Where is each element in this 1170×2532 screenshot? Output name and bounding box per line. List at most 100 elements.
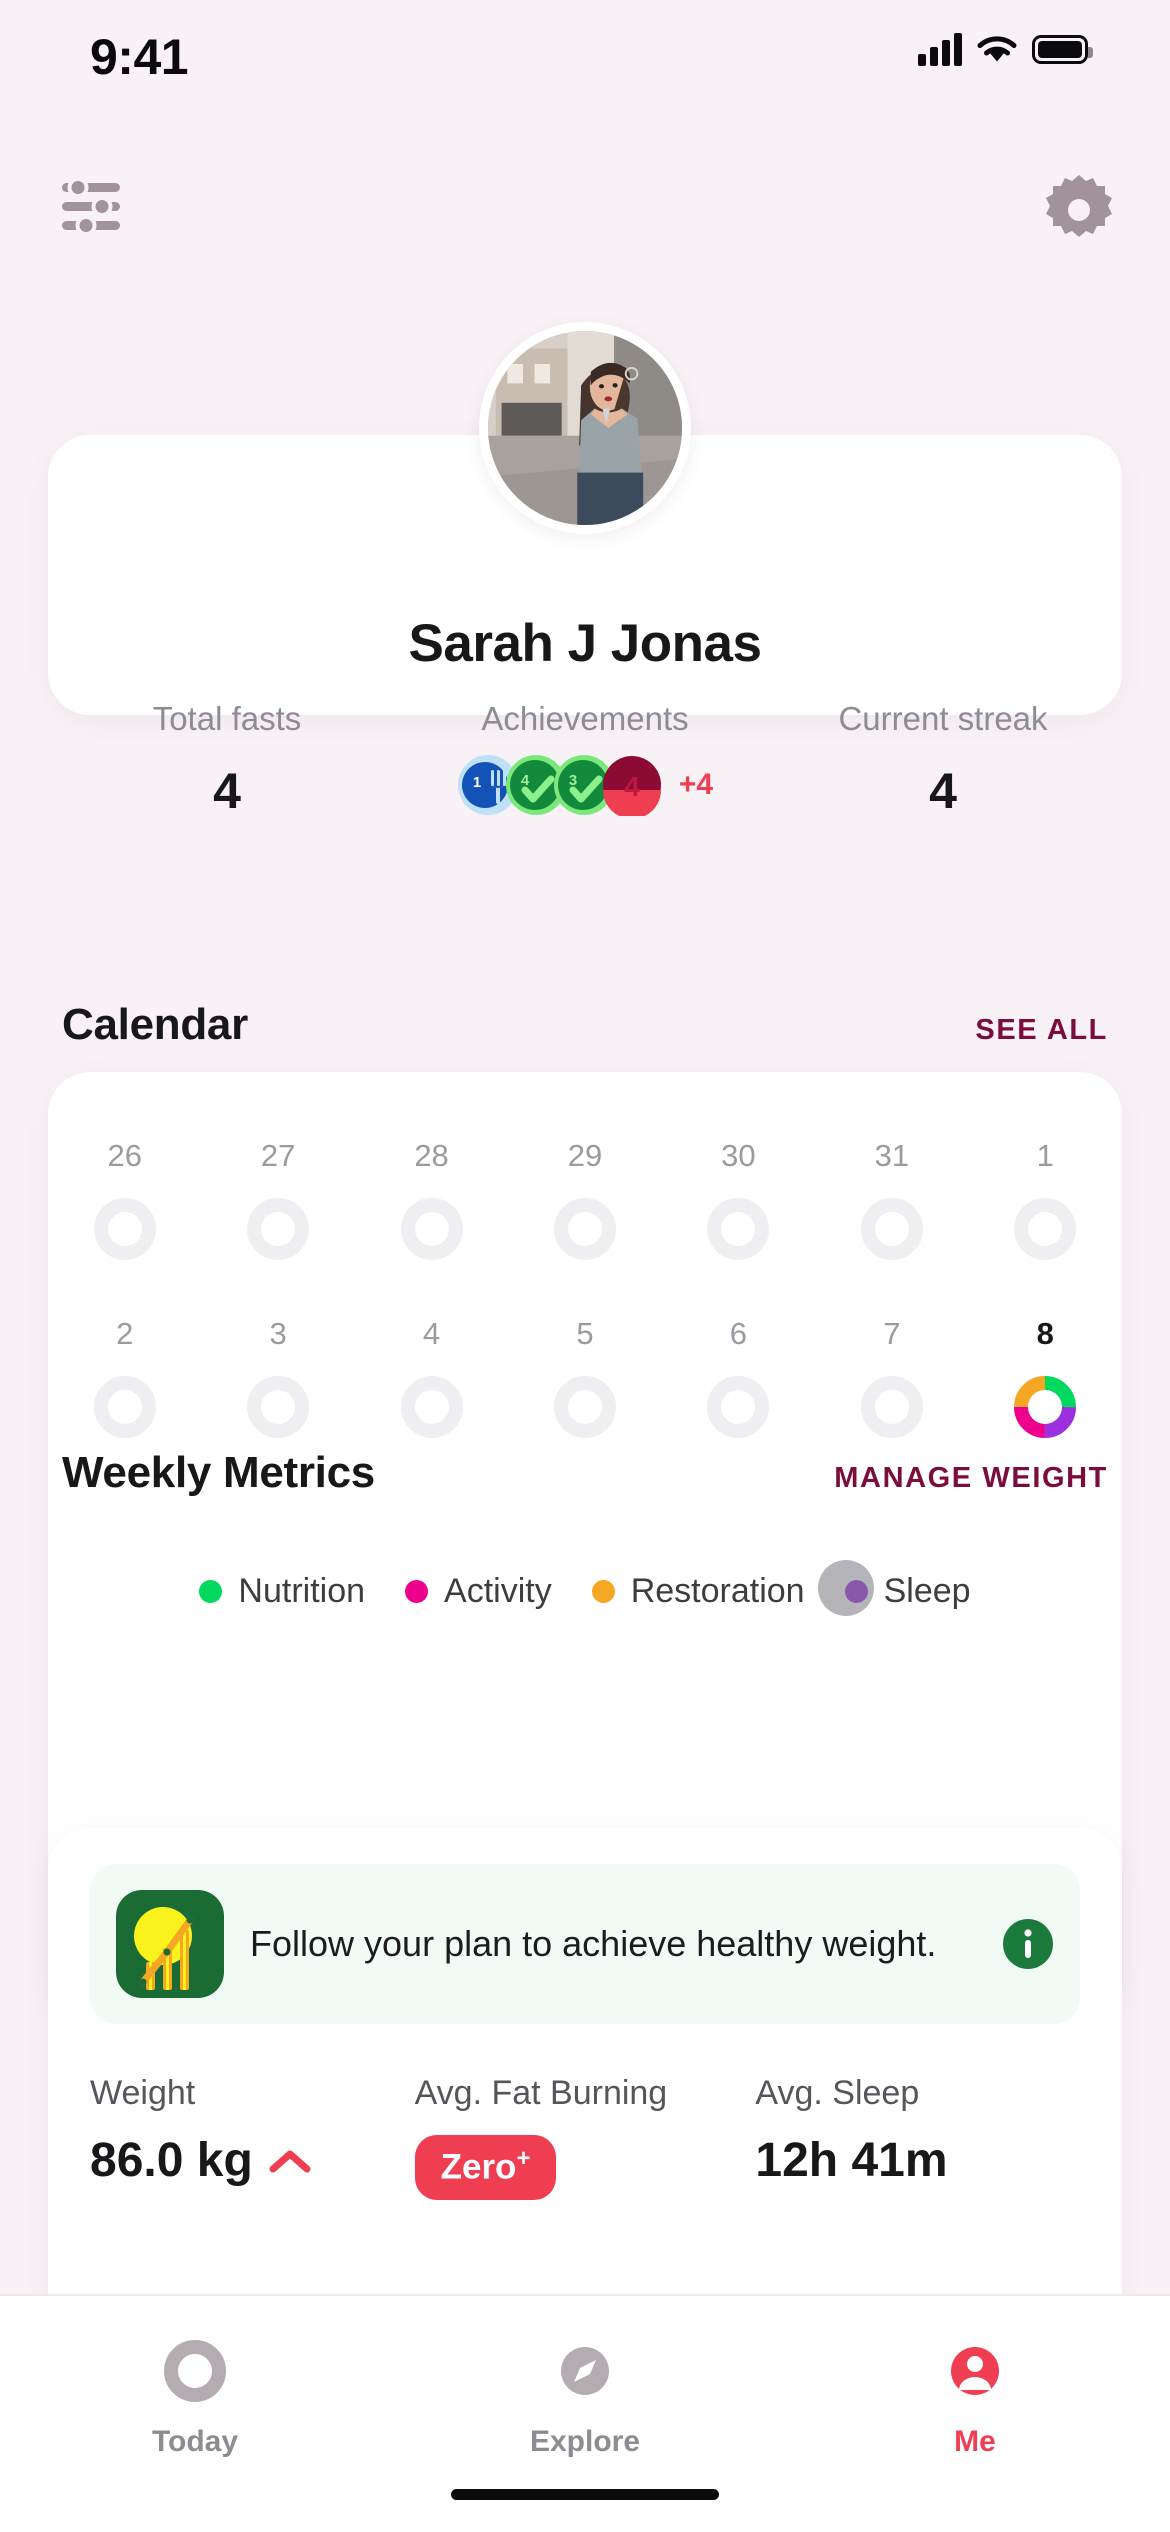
metric-value: 86.0 kg <box>90 2134 253 2187</box>
user-avatar-photo <box>488 331 682 525</box>
stat-value: 4 <box>213 763 241 819</box>
calendar-day[interactable]: 7 <box>815 1316 968 1438</box>
calendar-day-number: 28 <box>414 1138 449 1173</box>
day-progress-ring <box>707 1376 770 1438</box>
growth-chart-sun-glyph <box>116 1890 224 1998</box>
tab-bar: Today Explore Me <box>0 2294 1170 2532</box>
metric-avg-sleep: Avg. Sleep 12h 41m <box>755 2074 1080 2200</box>
manage-weight-link[interactable]: MANAGE WEIGHT <box>834 1462 1108 1495</box>
day-progress-ring <box>247 1198 310 1260</box>
day-progress-ring <box>400 1376 463 1438</box>
achievements-more-count[interactable]: +4 <box>679 768 713 802</box>
sliders-filter-icon[interactable] <box>56 175 126 239</box>
avatar[interactable] <box>479 322 691 534</box>
calendar-day[interactable]: 27 <box>201 1138 354 1260</box>
plan-banner[interactable]: Follow your plan to achieve healthy weig… <box>90 1864 1080 2024</box>
day-progress-ring <box>93 1198 156 1260</box>
calendar-day-number: 3 <box>269 1316 287 1351</box>
calendar-day-number: 26 <box>107 1138 142 1173</box>
weekly-metrics-section-header: Weekly Metrics MANAGE WEIGHT <box>62 1448 1108 1498</box>
calendar-day-number: 30 <box>721 1138 756 1173</box>
weekly-metrics-row: Weight 86.0 kg Avg. Fat Burning Zero+ Av… <box>90 2074 1080 2200</box>
battery-full-icon <box>1032 34 1093 64</box>
tab-today[interactable]: Today <box>0 2340 390 2459</box>
section-title: Weekly Metrics <box>62 1448 375 1497</box>
calendar-day[interactable]: 1 <box>969 1138 1122 1260</box>
section-title: Calendar <box>62 1000 248 1049</box>
calendar-day[interactable]: 26 <box>48 1138 201 1260</box>
app-screen: 9:41 Sarah J Jonas Total fasts 4 Achieve… <box>0 0 1170 2532</box>
calendar-day-today[interactable]: 8 <box>969 1316 1122 1438</box>
day-progress-ring <box>707 1198 770 1260</box>
tab-me[interactable]: Me <box>780 2340 1170 2459</box>
metric-label: Weight <box>90 2074 196 2112</box>
calendar-day[interactable]: 30 <box>662 1138 815 1260</box>
calendar-day[interactable]: 31 <box>815 1138 968 1260</box>
achievement-badge-streak-4[interactable]: 4 <box>601 754 663 816</box>
metric-fat-burning: Avg. Fat Burning Zero+ <box>414 2074 756 2200</box>
legend-label: Restoration <box>630 1572 805 1610</box>
legend-dot-icon <box>591 1580 615 1603</box>
svg-text:4: 4 <box>624 771 640 802</box>
calendar-day-number: 31 <box>874 1138 910 1173</box>
calendar-day-number: 7 <box>883 1316 901 1351</box>
calendar-week-row: 2 3 4 5 6 7 8 <box>48 1316 1122 1438</box>
status-badge: Zero+ <box>414 2135 557 2200</box>
calendar-legend: Nutrition Activity Restoration Sleep <box>48 1572 1122 1611</box>
up-chevron-icon <box>269 2150 311 2172</box>
legend-item-activity: Activity <box>405 1572 552 1611</box>
calendar-day[interactable]: 4 <box>355 1316 508 1438</box>
stat-label: Achievements <box>481 700 689 737</box>
touch-cursor-indicator <box>818 1560 874 1616</box>
metric-weight: Weight 86.0 kg <box>90 2074 415 2200</box>
status-bar: 9:41 <box>0 0 1170 120</box>
metric-value: 12h 41m <box>755 2134 948 2187</box>
calendar-day-number: 1 <box>1036 1138 1054 1173</box>
status-bar-indicators <box>918 32 1093 66</box>
legend-item-restoration: Restoration <box>591 1572 805 1611</box>
day-progress-ring <box>93 1376 156 1438</box>
calendar-day[interactable]: 28 <box>355 1138 508 1260</box>
metric-label: Avg. Sleep <box>755 2074 920 2112</box>
calendar-day[interactable]: 3 <box>201 1316 354 1438</box>
day-progress-ring <box>553 1198 616 1260</box>
day-progress-ring <box>1014 1198 1077 1260</box>
calendar-day-number: 5 <box>576 1316 594 1351</box>
see-all-link[interactable]: SEE ALL <box>975 1014 1108 1047</box>
legend-dot-icon <box>199 1580 223 1603</box>
achievement-badges[interactable]: 1 4 3 4 +4 <box>406 754 764 816</box>
person-circle-icon <box>951 2347 999 2395</box>
plan-banner-text: Follow your plan to achieve healthy weig… <box>250 1922 937 1964</box>
page-title: Sarah J Jonas <box>408 614 762 673</box>
info-circle-icon[interactable] <box>1002 1918 1054 1970</box>
calendar-day-number: 29 <box>567 1138 603 1173</box>
calendar-day[interactable]: 6 <box>662 1316 815 1438</box>
metric-value-wrap: 12h 41m <box>755 2133 1080 2188</box>
streak-badge-icon: 4 <box>602 756 661 816</box>
tab-label: Today <box>151 2425 239 2458</box>
day-progress-ring <box>860 1376 923 1438</box>
wifi-icon <box>977 36 1017 62</box>
calendar-day[interactable]: 5 <box>508 1316 661 1438</box>
stat-achievements[interactable]: Achievements 1 4 3 4 +4 <box>406 700 764 820</box>
legend-label: Nutrition <box>238 1572 366 1610</box>
status-badge-sup: + <box>516 2145 531 2172</box>
ring-today-icon <box>164 2340 226 2402</box>
calendar-day[interactable]: 2 <box>48 1316 201 1438</box>
calendar-day[interactable]: 29 <box>508 1138 661 1260</box>
calendar-day-number: 8 <box>1036 1316 1054 1351</box>
profile-stats: Total fasts 4 Achievements 1 4 3 4 +4 Cu… <box>48 700 1122 820</box>
status-bar-time: 9:41 <box>90 29 189 85</box>
stat-total-fasts: Total fasts 4 <box>48 700 406 820</box>
svg-text:3: 3 <box>569 772 577 789</box>
tab-explore[interactable]: Explore <box>390 2340 780 2459</box>
calendar-day-number: 27 <box>260 1138 296 1173</box>
top-bar <box>0 175 1170 275</box>
stat-label: Current streak <box>838 700 1048 737</box>
today-progress-ring <box>1014 1376 1077 1438</box>
legend-label: Activity <box>444 1572 552 1610</box>
day-progress-ring <box>553 1376 616 1438</box>
gear-icon[interactable] <box>1044 175 1114 245</box>
stat-value: 4 <box>929 763 957 819</box>
status-badge-text: Zero <box>440 2147 517 2187</box>
